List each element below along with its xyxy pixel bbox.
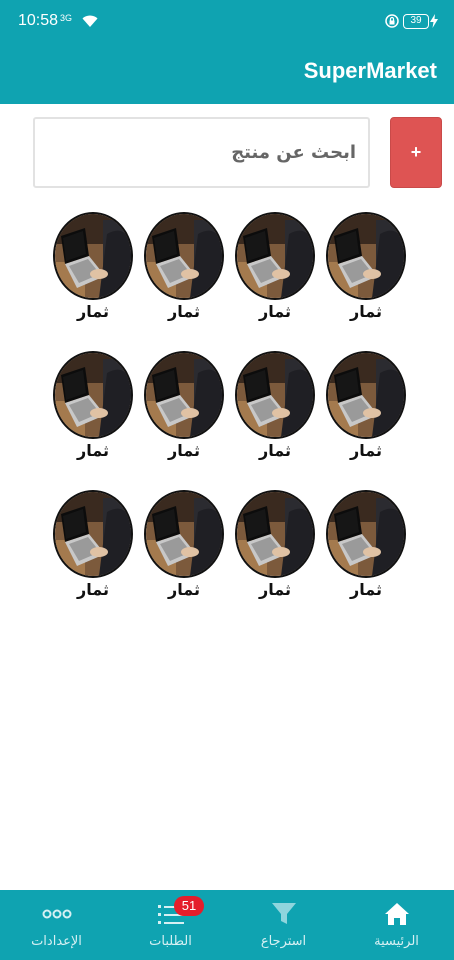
charging-icon xyxy=(430,13,438,32)
product-image[interactable] xyxy=(53,490,133,578)
product-card[interactable]: ثمار xyxy=(326,212,406,324)
product-image[interactable] xyxy=(144,351,224,439)
product-name: ثمار xyxy=(350,441,382,460)
product-image[interactable] xyxy=(326,490,406,578)
product-name: ثمار xyxy=(350,580,382,599)
nav-item-returns[interactable]: استرجاع xyxy=(227,890,340,960)
product-card[interactable]: ثمار xyxy=(326,490,406,602)
product-name: ثمار xyxy=(77,441,109,460)
product-card[interactable]: ثمار xyxy=(53,351,133,463)
product-image[interactable] xyxy=(235,212,315,300)
nav-item-orders[interactable]: 51 الطلبات xyxy=(114,890,227,960)
product-image[interactable] xyxy=(53,351,133,439)
product-grid: ثمار ثمار ثمار ثمار ثمار ثمار ثمار ثمار … xyxy=(50,212,406,602)
product-card[interactable]: ثمار xyxy=(144,351,224,463)
product-card[interactable]: ثمار xyxy=(144,490,224,602)
search-input[interactable] xyxy=(33,117,370,188)
product-name: ثمار xyxy=(350,302,382,321)
product-name: ثمار xyxy=(259,302,291,321)
product-image[interactable] xyxy=(235,351,315,439)
product-image[interactable] xyxy=(144,490,224,578)
nav-label-orders: الطلبات xyxy=(149,934,192,949)
product-name: ثمار xyxy=(168,302,200,321)
product-image[interactable] xyxy=(235,490,315,578)
product-name: ثمار xyxy=(168,441,200,460)
nav-label-home: الرئيسية xyxy=(374,934,419,949)
product-card[interactable]: ثمار xyxy=(53,212,133,324)
product-card[interactable]: ثمار xyxy=(235,490,315,602)
product-name: ثمار xyxy=(168,580,200,599)
battery-level: 39 xyxy=(403,14,429,29)
product-image[interactable] xyxy=(326,351,406,439)
product-card[interactable]: ثمار xyxy=(53,490,133,602)
nav-label-settings: الإعدادات xyxy=(31,934,82,949)
orders-badge: 51 xyxy=(174,896,204,916)
status-time: 10:58 xyxy=(18,12,59,29)
lock-icon xyxy=(385,13,399,32)
more-dots-icon xyxy=(42,902,72,930)
product-image[interactable] xyxy=(326,212,406,300)
nav-label-returns: استرجاع xyxy=(260,934,307,949)
product-image[interactable] xyxy=(144,212,224,300)
app-bar: SuperMarket xyxy=(0,40,454,104)
product-name: ثمار xyxy=(259,580,291,599)
product-name: ثمار xyxy=(77,580,109,599)
status-bar: 10:58 3G 39 xyxy=(0,0,454,40)
filter-icon xyxy=(271,902,297,930)
add-product-button[interactable]: + xyxy=(390,117,442,188)
nav-item-home[interactable]: الرئيسية xyxy=(340,890,453,960)
network-type: 3G xyxy=(60,13,73,23)
product-card[interactable]: ثمار xyxy=(144,212,224,324)
app-title: SuperMarket xyxy=(303,58,437,83)
wifi-icon xyxy=(82,13,98,32)
nav-item-settings[interactable]: الإعدادات xyxy=(0,890,113,960)
product-card[interactable]: ثمار xyxy=(235,212,315,324)
product-card[interactable]: ثمار xyxy=(235,351,315,463)
product-image[interactable] xyxy=(53,212,133,300)
product-name: ثمار xyxy=(77,302,109,321)
product-card[interactable]: ثمار xyxy=(326,351,406,463)
product-name: ثمار xyxy=(259,441,291,460)
bottom-nav: الرئيسية استرجاع 51 الطلبات الإعدادات xyxy=(0,890,454,960)
home-icon xyxy=(384,902,410,930)
